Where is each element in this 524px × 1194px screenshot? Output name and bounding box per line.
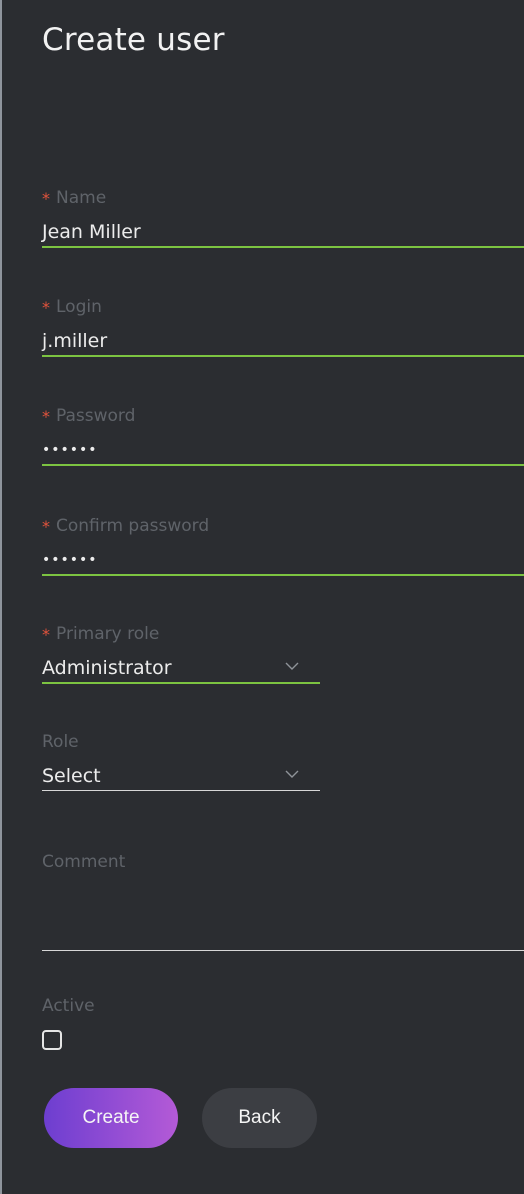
primary-role-value: Administrator xyxy=(42,657,172,679)
confirm-password-field: * Confirm password •••••• xyxy=(42,514,524,576)
required-mark: * xyxy=(42,297,50,317)
confirm-password-label: * Confirm password xyxy=(42,514,524,538)
active-checkbox[interactable] xyxy=(42,1030,62,1050)
name-field: * Name Jean Miller xyxy=(42,186,524,248)
login-input[interactable]: j.miller xyxy=(42,327,524,357)
password-label-text: Password xyxy=(56,406,136,426)
name-label: * Name xyxy=(42,186,524,210)
name-input[interactable]: Jean Miller xyxy=(42,218,524,248)
required-mark: * xyxy=(42,516,50,536)
login-field: * Login j.miller xyxy=(42,295,524,357)
password-label: * Password xyxy=(42,404,524,428)
primary-role-label-text: Primary role xyxy=(56,624,160,644)
confirm-password-label-text: Confirm password xyxy=(56,516,210,536)
comment-label: Comment xyxy=(42,852,126,872)
primary-role-select[interactable]: Administrator xyxy=(42,654,320,684)
active-label: Active xyxy=(42,996,95,1016)
role-select[interactable]: Select xyxy=(42,762,320,791)
confirm-password-input[interactable]: •••••• xyxy=(42,546,524,576)
role-label: Role xyxy=(42,732,79,752)
login-label: * Login xyxy=(42,295,524,319)
password-field: * Password •••••• xyxy=(42,404,524,466)
required-mark: * xyxy=(42,406,50,426)
back-button[interactable]: Back xyxy=(202,1088,317,1148)
page-title: Create user xyxy=(42,22,225,58)
comment-input[interactable] xyxy=(42,874,524,951)
name-label-text: Name xyxy=(56,188,107,208)
login-label-text: Login xyxy=(56,297,102,317)
active-field: Active xyxy=(42,994,524,1050)
primary-role-field: * Primary role Administrator xyxy=(42,622,524,684)
required-mark: * xyxy=(42,188,50,208)
required-mark: * xyxy=(42,624,50,644)
comment-field: Comment xyxy=(42,850,524,951)
role-value: Select xyxy=(42,765,101,787)
chevron-down-icon xyxy=(285,770,299,778)
primary-role-label: * Primary role xyxy=(42,622,524,646)
create-button[interactable]: Create xyxy=(44,1088,178,1148)
password-input[interactable]: •••••• xyxy=(42,436,524,466)
chevron-down-icon xyxy=(285,662,299,670)
role-field: Role Select xyxy=(42,730,524,791)
create-user-page: Create user * Name Jean Miller * Login j… xyxy=(0,0,524,1194)
